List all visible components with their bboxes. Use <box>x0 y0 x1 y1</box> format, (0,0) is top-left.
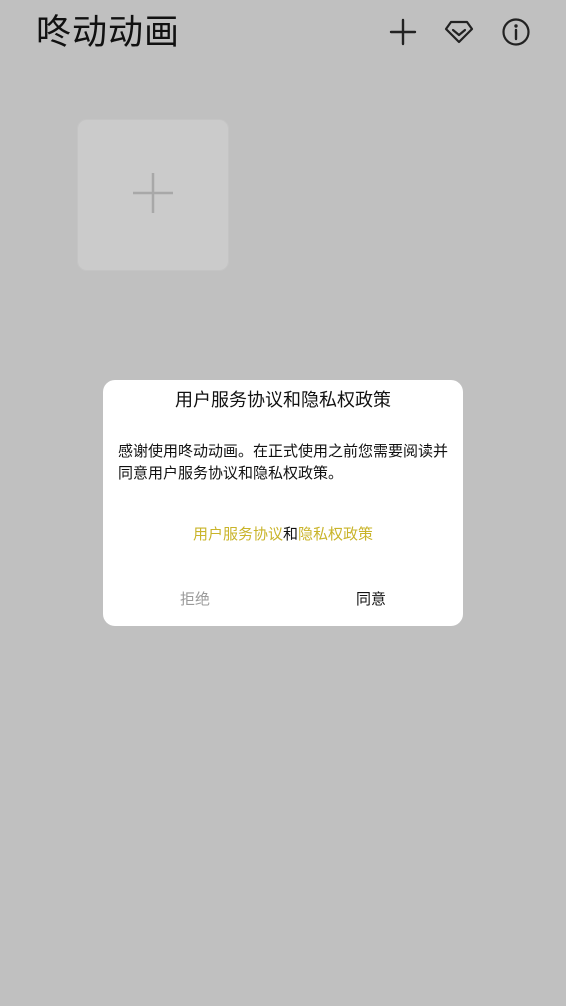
app-title: 咚动动画 <box>36 13 181 53</box>
dialog-title: 用户服务协议和隐私权政策 <box>175 390 391 411</box>
app-header: 咚动动画 <box>0 0 566 70</box>
diamond-icon[interactable] <box>441 14 477 50</box>
privacy-policy-link[interactable]: 隐私权政策 <box>298 525 373 543</box>
user-agreement-link[interactable]: 用户服务协议 <box>193 525 283 543</box>
privacy-dialog: 用户服务协议和隐私权政策 感谢使用咚动动画。在正式使用之前您需要阅读并同意用户服… <box>103 380 463 626</box>
links-connector: 和 <box>282 525 298 543</box>
info-icon[interactable] <box>498 14 534 50</box>
dialog-message: 感谢使用咚动动画。在正式使用之前您需要阅读并同意用户服务协议和隐私权政策。 <box>118 442 449 482</box>
plus-icon <box>131 171 175 219</box>
add-icon[interactable] <box>385 14 421 50</box>
add-animation-tile[interactable] <box>77 119 229 271</box>
agree-button[interactable]: 同意 <box>281 586 461 612</box>
refuse-button[interactable]: 拒绝 <box>105 586 285 612</box>
dialog-links: 用户服务协议和隐私权政策 <box>103 523 463 545</box>
